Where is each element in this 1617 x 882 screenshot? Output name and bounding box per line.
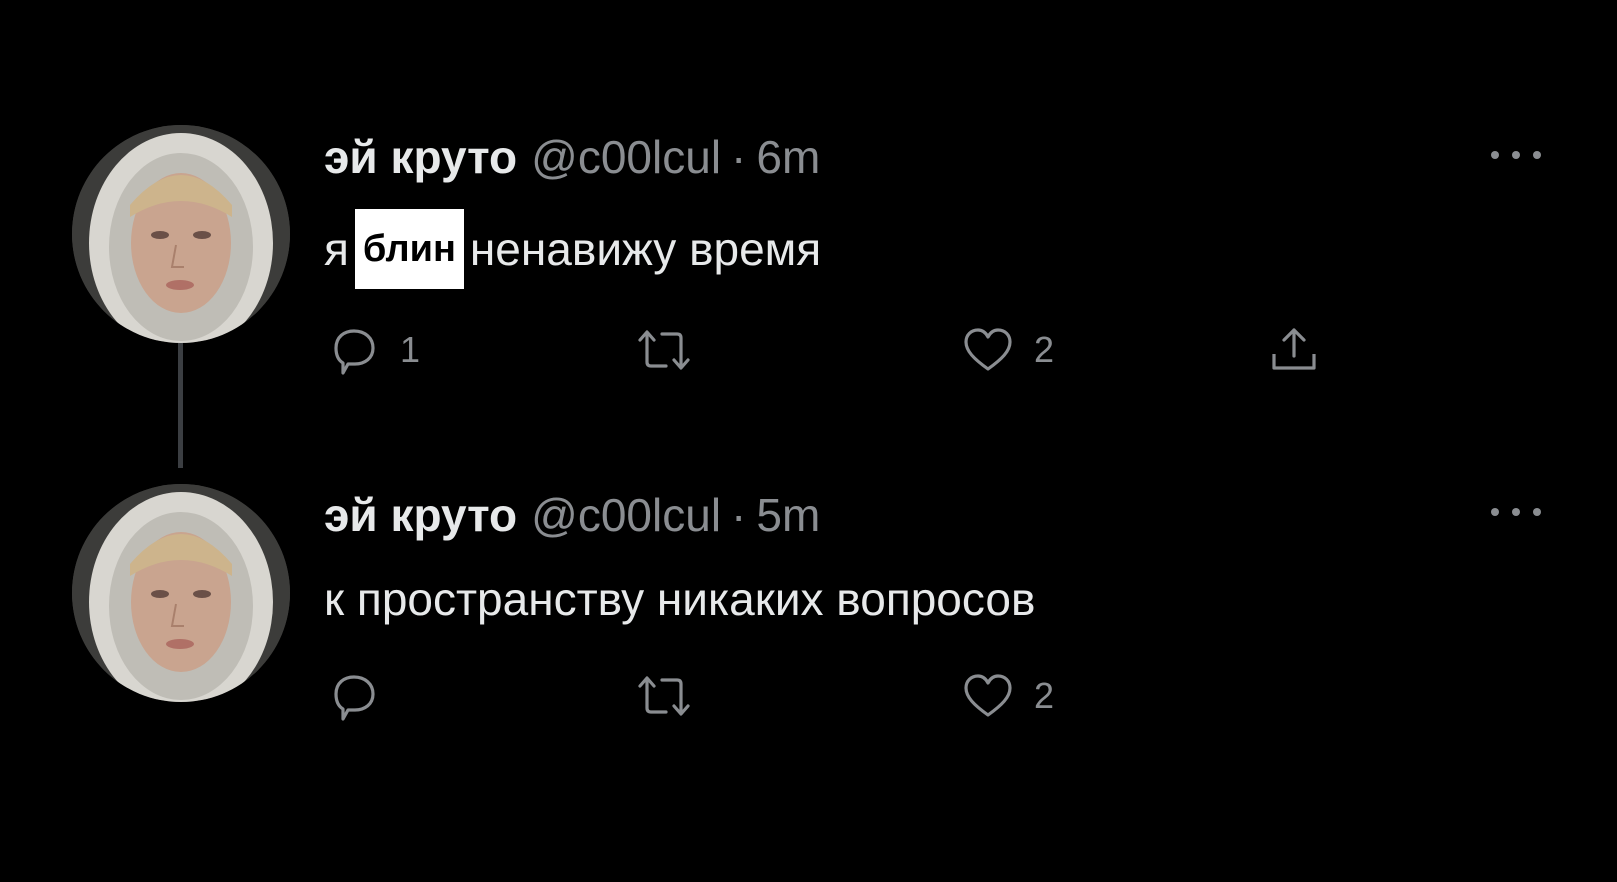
- separator-dot: ·: [731, 131, 747, 183]
- like-button[interactable]: 2: [960, 661, 1054, 731]
- tweet-text: я блин ненавижу время: [324, 209, 822, 293]
- tweet-text-before: я: [324, 223, 349, 276]
- reply-icon: [334, 675, 375, 721]
- retweet-icon: [638, 676, 690, 716]
- more-dots-icon[interactable]: [1488, 505, 1544, 519]
- display-name[interactable]: эй круто: [324, 131, 517, 183]
- tweet[interactable]: эй круто @c00lcul · 5m к пространству никак…: [0, 356, 1617, 721]
- tweet-text-after: ненавижу время: [469, 223, 822, 276]
- retweet-button[interactable]: [634, 661, 694, 731]
- user-handle[interactable]: @c00lcul: [531, 131, 721, 183]
- more-dots-icon[interactable]: [1488, 148, 1544, 162]
- avatar[interactable]: [72, 125, 290, 343]
- timestamp[interactable]: 6m: [756, 131, 820, 183]
- tweet-header: эй круто @c00lcul · 5m: [324, 486, 820, 544]
- tweet-actions: 2: [0, 661, 1617, 731]
- censored-word-box: блин: [354, 209, 464, 289]
- tweet[interactable]: эй круто @c00lcul · 6m я блин ненавижу время …: [0, 0, 1617, 375]
- display-name[interactable]: эй круто: [324, 489, 517, 541]
- tweet-header: эй круто @c00lcul · 6m: [324, 128, 820, 186]
- avatar-photo: [72, 125, 290, 343]
- like-count: 2: [1034, 675, 1055, 716]
- tweet-thread-screen: эй круто @c00lcul · 6m я блин ненавижу время …: [0, 0, 1617, 882]
- heart-icon: [964, 674, 1012, 717]
- reply-button[interactable]: [326, 661, 400, 731]
- tweet-text: к пространству никаких вопросов: [324, 573, 1036, 625]
- separator-dot: ·: [731, 489, 747, 541]
- timestamp[interactable]: 5m: [756, 489, 820, 541]
- user-handle[interactable]: @c00lcul: [531, 489, 721, 541]
